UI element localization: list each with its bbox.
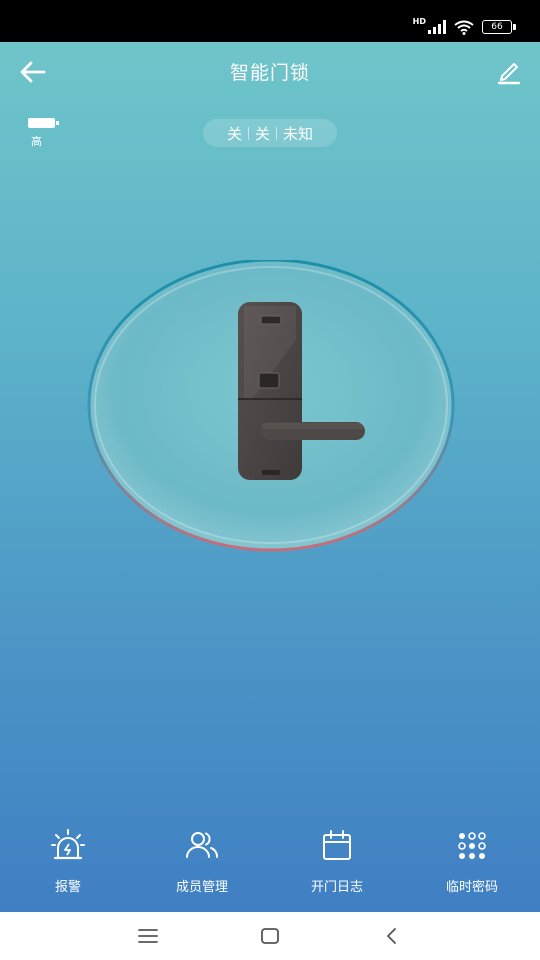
app-screen: 智能门锁 高 关 关 未知 报警 成员管理 开门日志 临时密码 [0,42,540,912]
key-slot [262,470,280,475]
lock-state-pill: 关 关 未知 [203,119,337,147]
bottom-nav: 报警 成员管理 开门日志 临时密码 [0,828,540,912]
nav-temp-password[interactable]: 临时密码 [412,828,532,895]
lock-top-indicator [260,315,282,325]
nav-label-unlock-log: 开门日志 [310,880,363,895]
state-divider [247,126,249,140]
lock-battery-icon [28,118,59,128]
back-icon[interactable] [380,924,404,948]
signal-icon [428,20,446,34]
lock-battery-level: 高 [31,135,42,148]
nav-label-temp-password: 临时密码 [445,880,498,895]
state-divider [276,126,277,140]
page-title: 智能门锁 [229,62,310,84]
header: 智能门锁 [0,42,540,102]
status-icons: HD 66 [412,16,516,36]
nav-label-alarm: 报警 [54,880,81,895]
state-value-3: 未知 [283,124,314,143]
wifi-icon [454,20,474,35]
battery-status-icon: 66 [482,20,516,34]
nav-unlock-log[interactable]: 开门日志 [277,828,397,895]
menu-icon[interactable] [136,924,160,948]
system-nav-bar [0,912,540,960]
nav-members[interactable]: 成员管理 [142,828,262,895]
state-value-2: 关 [254,124,270,143]
members-icon [186,832,218,858]
hd-indicator: HD [412,16,426,26]
edit-icon[interactable] [496,58,522,86]
fingerprint-sensor [258,372,280,389]
status-bar: HD 66 [0,0,540,42]
keypad-icon [458,832,486,859]
state-value-1: 关 [226,124,242,143]
nav-alarm[interactable]: 报警 [8,828,128,895]
nav-label-members: 成员管理 [175,880,228,895]
alarm-icon [51,829,85,860]
lock-battery: 高 [28,118,68,149]
battery-percent: 66 [491,22,503,32]
home-icon[interactable] [258,924,282,948]
door-lock-illustration [87,260,455,552]
calendar-icon [323,830,351,860]
